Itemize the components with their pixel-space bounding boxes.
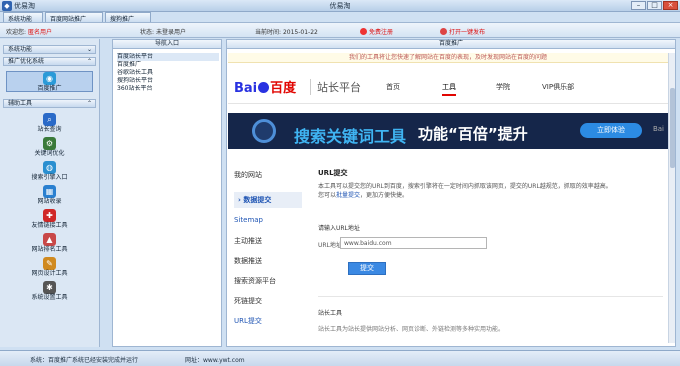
url-field-label: URL地址 bbox=[318, 242, 342, 249]
plus-icon: ✚ bbox=[43, 209, 56, 222]
free-register-link[interactable]: 免费注册 bbox=[360, 27, 393, 36]
site-header: Bai 百度 站长平台 首页 工具 学院 VIP俱乐部 bbox=[228, 64, 668, 104]
chevron-up-icon: ⌃ bbox=[86, 58, 92, 65]
info-toolbar: 欢迎您: 匿名用户 状态: 未登录用户 当前时间: 2015-01-22 免费注… bbox=[0, 22, 680, 38]
site-nav-tools[interactable]: 工具 bbox=[442, 82, 456, 96]
notice-bar: 我们的工具将让您快速了解网站在百度的表现，及时发现网站在百度的问题 bbox=[228, 53, 668, 63]
minimize-icon[interactable]: – bbox=[631, 1, 646, 10]
sidebar-section-promo[interactable]: 推广优化系统 ⌃ bbox=[3, 57, 96, 66]
left-sidebar: 系统功能 ⌄ 推广优化系统 ⌃ ◉ 百度推广 辅助工具 ⌃ ⌕ 站长查询 ⚙ 关键词优化 ◍… bbox=[0, 39, 100, 347]
subnav-active-push[interactable]: 主动推送 bbox=[234, 236, 302, 246]
sidebar-section-system[interactable]: 系统功能 ⌄ bbox=[3, 45, 96, 54]
sub-navigation: 我的网站 › 数据提交 Sitemap 主动推送 数据推送 搜索资源平台 死链提… bbox=[234, 160, 302, 340]
nav-item[interactable]: 谷歌站长工具 bbox=[117, 69, 219, 77]
brand-subtitle: 站长平台 bbox=[310, 79, 361, 95]
main-panel-title: 百度推广 bbox=[227, 40, 675, 49]
date-text: 当前时间: 2015-01-22 bbox=[255, 29, 318, 36]
subnav-my-sites[interactable]: 我的网站 bbox=[234, 170, 302, 180]
baidu-logo[interactable]: Bai 百度 bbox=[234, 77, 296, 96]
banner-headline: 搜索关键词工具 bbox=[294, 127, 407, 146]
sidebar-item-keyword[interactable]: ⚙ 关键词优化 bbox=[6, 137, 93, 158]
section2-text: 站长工具为站长提供网站分析、网页诊断、外链检测等多种实用功能。 bbox=[318, 326, 505, 333]
content-divider bbox=[318, 296, 663, 297]
grid-icon: ▦ bbox=[43, 185, 56, 198]
status-text: 状态: 未登录用户 bbox=[140, 29, 186, 36]
welcome-text: 欢迎您: 匿名用户 bbox=[6, 29, 52, 36]
url-input[interactable]: www.baidu.com bbox=[340, 237, 487, 249]
sidebar-item-design[interactable]: ✎ 网页设计工具 bbox=[6, 257, 93, 278]
tab-sogou[interactable]: 搜狗推广 bbox=[105, 12, 151, 23]
tab-baidu[interactable]: 百度网站推广 bbox=[45, 12, 103, 23]
status-left: 系统：百度推广系统已经安装完成并运行 bbox=[30, 357, 139, 364]
banner-subline: 功能“百倍”提升 bbox=[418, 125, 528, 143]
promo-banner[interactable]: 搜索关键词工具 功能“百倍”提升 立即体验 Bai bbox=[228, 113, 668, 149]
content-title: URL提交 bbox=[318, 169, 348, 177]
batch-submit-link[interactable]: 批量提交 bbox=[336, 192, 360, 199]
subnav-data-submit[interactable]: › 数据提交 bbox=[234, 192, 302, 208]
section2-title: 站长工具 bbox=[318, 310, 343, 317]
sidebar-item-friend-links[interactable]: ✚ 友情链接工具 bbox=[6, 209, 93, 230]
banner-extra-text: Bai bbox=[652, 125, 664, 133]
nav-panel: 导航入口 百度站长平台 百度推广 谷歌站长工具 搜狗站长平台 360站长平台 bbox=[112, 39, 222, 347]
url-section-label: 请输入URL地址 bbox=[318, 225, 360, 232]
sidebar-item-search-entry[interactable]: ◍ 搜索引擎入口 bbox=[6, 161, 93, 182]
nav-item[interactable]: 百度推广 bbox=[117, 61, 219, 69]
sidebar-item-baidu-promo[interactable]: ◉ 百度推广 bbox=[6, 71, 93, 92]
window-title: 优易淘 bbox=[329, 2, 351, 10]
subnav-url-submit[interactable]: URL提交 bbox=[234, 316, 302, 326]
tab-bar: 系统功能 百度网站推广 搜狗推广 bbox=[0, 12, 680, 23]
chevron-down-icon: ⌄ bbox=[86, 46, 92, 53]
subnav-data-push[interactable]: 数据推送 bbox=[234, 256, 302, 266]
banner-try-button[interactable]: 立即体验 bbox=[580, 123, 642, 138]
chevron-up-icon: ⌃ bbox=[86, 100, 92, 107]
title-bar: ◆ 优易淘 优易淘 – □ × bbox=[0, 0, 680, 12]
sidebar-item-settings[interactable]: ✱ 系统设置工具 bbox=[6, 281, 93, 302]
site-nav-academy[interactable]: 学院 bbox=[496, 82, 510, 92]
open-publish-link[interactable]: 打开一键发布 bbox=[440, 27, 485, 36]
sidebar-section-tools[interactable]: 辅助工具 ⌃ bbox=[3, 99, 96, 108]
settings-icon: ✱ bbox=[43, 281, 56, 294]
gear-icon: ⚙ bbox=[43, 137, 56, 150]
content-area: URL提交 本工具可以提交您的URL到百度，搜索引擎将在一定时间内抓取该网页，提… bbox=[318, 160, 668, 340]
brush-icon: ✎ bbox=[43, 257, 56, 270]
site-nav-vip[interactable]: VIP俱乐部 bbox=[542, 82, 574, 92]
content-description: 本工具可以提交您的URL到百度，搜索引擎将在一定时间内抓取该网页，提交的URL越… bbox=[318, 183, 612, 199]
nav-item[interactable]: 百度站长平台 bbox=[117, 53, 219, 61]
nav-list: 百度站长平台 百度推广 谷歌站长工具 搜狗站长平台 360站长平台 bbox=[117, 53, 219, 93]
main-scrollbar[interactable] bbox=[668, 53, 675, 343]
window-controls: – □ × bbox=[631, 1, 678, 10]
nav-item[interactable]: 搜狗站长平台 bbox=[117, 77, 219, 85]
status-right: 网址：www.ywt.com bbox=[185, 357, 245, 364]
subnav-resource-platform[interactable]: 搜索资源平台 bbox=[234, 276, 302, 286]
magnifier-icon: ⌕ bbox=[43, 113, 56, 126]
nav-panel-title: 导航入口 bbox=[113, 40, 221, 49]
chart-icon: ▲ bbox=[43, 233, 56, 246]
nav-item[interactable]: 360站长平台 bbox=[117, 85, 219, 93]
scrollbar-thumb[interactable] bbox=[670, 88, 675, 168]
subnav-sitemap[interactable]: Sitemap bbox=[234, 216, 302, 224]
site-nav-home[interactable]: 首页 bbox=[386, 82, 400, 92]
globe-icon: ◍ bbox=[43, 161, 56, 174]
maximize-icon[interactable]: □ bbox=[647, 1, 662, 10]
tab-system[interactable]: 系统功能 bbox=[3, 12, 43, 23]
subnav-dead-links[interactable]: 死链提交 bbox=[234, 296, 302, 306]
magnifier-icon bbox=[252, 119, 276, 143]
submit-button[interactable]: 提交 bbox=[348, 262, 386, 275]
sidebar-item-ranking[interactable]: ▲ 网站排名工具 bbox=[6, 233, 93, 254]
sidebar-item-index[interactable]: ▦ 网站收录 bbox=[6, 185, 93, 206]
close-icon[interactable]: × bbox=[663, 1, 678, 10]
paw-icon bbox=[258, 82, 270, 93]
heart-icon bbox=[360, 28, 367, 35]
globe-icon: ◉ bbox=[43, 72, 56, 85]
status-bar: 系统：百度推广系统已经安装完成并运行 网址：www.ywt.com bbox=[0, 350, 680, 366]
rocket-icon bbox=[440, 28, 447, 35]
sidebar-item-webmaster-query[interactable]: ⌕ 站长查询 bbox=[6, 113, 93, 134]
